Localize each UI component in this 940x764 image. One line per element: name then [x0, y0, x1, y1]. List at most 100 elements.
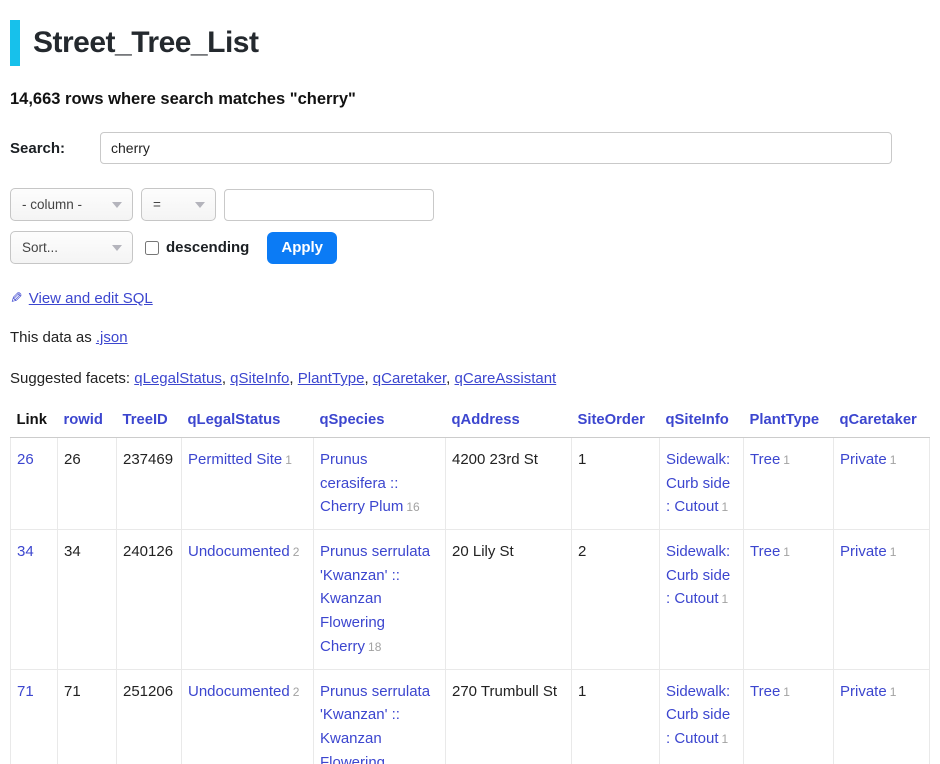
- column-header-siteorder[interactable]: SiteOrder: [572, 404, 660, 438]
- cell-qcaretaker: Private1: [834, 438, 930, 530]
- qspecies-value-link[interactable]: Prunus serrulata 'Kwanzan' :: Kwanzan Fl…: [320, 683, 430, 764]
- table-header: Link rowid TreeID qLegalStatus qSpecies …: [11, 404, 930, 438]
- rowid-sort-link[interactable]: rowid: [64, 412, 103, 428]
- cell-planttype: Tree1: [744, 438, 834, 530]
- cell-siteorder: 1: [572, 438, 660, 530]
- facet-count: 1: [890, 453, 897, 467]
- view-edit-sql-link[interactable]: View and edit SQL: [29, 290, 153, 307]
- cell-planttype: Tree1: [744, 530, 834, 669]
- facet-link-qcaretaker[interactable]: qCaretaker: [373, 370, 446, 387]
- facet-count: 1: [890, 685, 897, 699]
- json-link[interactable]: .json: [96, 329, 128, 346]
- qlegalstatus-value-link[interactable]: Undocumented: [188, 683, 290, 700]
- row-count-summary: 14,663 rows where search matches "cherry…: [10, 90, 930, 109]
- facet-count: 1: [722, 500, 729, 514]
- facet-count: 2: [293, 685, 300, 699]
- facet-separator: ,: [289, 370, 297, 387]
- qsiteinfo-value-link[interactable]: Sidewalk: Curb side : Cutout: [666, 451, 730, 515]
- cell-qspecies: Prunus serrulata 'Kwanzan' :: Kwanzan Fl…: [314, 530, 446, 669]
- column-header-treeid[interactable]: TreeID: [117, 404, 182, 438]
- qspecies-value-link[interactable]: Prunus cerasifera :: Cherry Plum: [320, 451, 403, 515]
- pencil-icon: ✎: [10, 289, 23, 307]
- cell-qsiteinfo: Sidewalk: Curb side : Cutout1: [660, 669, 744, 764]
- sort-select[interactable]: Sort...: [10, 231, 133, 264]
- descending-label: descending: [166, 239, 249, 256]
- cell-link: 71: [11, 669, 58, 764]
- planttype-value-link[interactable]: Tree: [750, 683, 780, 700]
- page-title: Street_Tree_List: [10, 20, 930, 66]
- search-label: Search:: [10, 140, 100, 157]
- qcaretaker-value-link[interactable]: Private: [840, 451, 887, 468]
- operator-select[interactable]: =: [141, 188, 216, 221]
- siteorder-sort-link[interactable]: SiteOrder: [578, 412, 645, 428]
- cell-qcaretaker: Private1: [834, 669, 930, 764]
- column-header-qcaretaker[interactable]: qCaretaker: [834, 404, 930, 438]
- search-input[interactable]: [100, 132, 892, 164]
- treeid-sort-link[interactable]: TreeID: [123, 412, 168, 428]
- row-link[interactable]: 26: [17, 451, 34, 468]
- sort-form: Sort... descending Apply: [10, 231, 930, 264]
- qsiteinfo-sort-link[interactable]: qSiteInfo: [666, 412, 729, 428]
- row-link[interactable]: 71: [17, 683, 34, 700]
- planttype-value-link[interactable]: Tree: [750, 451, 780, 468]
- facet-count: 1: [890, 545, 897, 559]
- facet-link-qsiteinfo[interactable]: qSiteInfo: [230, 370, 289, 387]
- qspecies-sort-link[interactable]: qSpecies: [320, 412, 385, 428]
- cell-qaddress: 270 Trumbull St: [446, 669, 572, 764]
- column-header-rowid[interactable]: rowid: [58, 404, 117, 438]
- data-as-prefix: This data as: [10, 329, 96, 346]
- column-header-planttype[interactable]: PlantType: [744, 404, 834, 438]
- cell-link: 34: [11, 530, 58, 669]
- cell-rowid: 34: [58, 530, 117, 669]
- chevron-down-icon: [112, 245, 122, 251]
- facet-count: 1: [722, 592, 729, 606]
- apply-button[interactable]: Apply: [267, 232, 337, 264]
- qcaretaker-value-link[interactable]: Private: [840, 543, 887, 560]
- column-header-qaddress[interactable]: qAddress: [446, 404, 572, 438]
- filter-value-input[interactable]: [224, 189, 434, 221]
- cell-treeid: 251206: [117, 669, 182, 764]
- column-header-qlegalstatus[interactable]: qLegalStatus: [182, 404, 314, 438]
- cell-qsiteinfo: Sidewalk: Curb side : Cutout1: [660, 530, 744, 669]
- cell-rowid: 71: [58, 669, 117, 764]
- filter-form: - column - =: [10, 188, 930, 221]
- facet-count: 16: [406, 500, 419, 514]
- qspecies-value-link[interactable]: Prunus serrulata 'Kwanzan' :: Kwanzan Fl…: [320, 543, 430, 655]
- suggested-facets-label: Suggested facets:: [10, 370, 134, 387]
- column-header-link: Link: [11, 404, 58, 438]
- column-header-qspecies[interactable]: qSpecies: [314, 404, 446, 438]
- column-select[interactable]: - column -: [10, 188, 133, 221]
- qsiteinfo-value-link[interactable]: Sidewalk: Curb side : Cutout: [666, 543, 730, 607]
- qlegalstatus-value-link[interactable]: Permitted Site: [188, 451, 282, 468]
- cell-rowid: 26: [58, 438, 117, 530]
- planttype-value-link[interactable]: Tree: [750, 543, 780, 560]
- chevron-down-icon: [195, 202, 205, 208]
- qcaretaker-value-link[interactable]: Private: [840, 683, 887, 700]
- descending-checkbox[interactable]: [145, 241, 159, 255]
- chevron-down-icon: [112, 202, 122, 208]
- cell-siteorder: 2: [572, 530, 660, 669]
- cell-qcaretaker: Private1: [834, 530, 930, 669]
- qlegalstatus-value-link[interactable]: Undocumented: [188, 543, 290, 560]
- cell-qspecies: Prunus serrulata 'Kwanzan' :: Kwanzan Fl…: [314, 669, 446, 764]
- row-link[interactable]: 34: [17, 543, 34, 560]
- qcaretaker-sort-link[interactable]: qCaretaker: [840, 412, 917, 428]
- facet-count: 18: [368, 640, 381, 654]
- qsiteinfo-value-link[interactable]: Sidewalk: Curb side : Cutout: [666, 683, 730, 747]
- facet-link-planttype[interactable]: PlantType: [298, 370, 365, 387]
- results-table: Link rowid TreeID qLegalStatus qSpecies …: [10, 404, 930, 764]
- planttype-sort-link[interactable]: PlantType: [750, 412, 820, 428]
- column-header-qsiteinfo[interactable]: qSiteInfo: [660, 404, 744, 438]
- sort-select-value: Sort...: [22, 240, 58, 255]
- facet-link-qlegalstatus[interactable]: qLegalStatus: [134, 370, 222, 387]
- qlegalstatus-sort-link[interactable]: qLegalStatus: [188, 412, 281, 428]
- facet-separator: ,: [446, 370, 454, 387]
- qaddress-sort-link[interactable]: qAddress: [452, 412, 520, 428]
- table-row: 71 71 251206 Undocumented2 Prunus serrul…: [11, 669, 930, 764]
- facet-link-qcareassistant[interactable]: qCareAssistant: [455, 370, 557, 387]
- cell-siteorder: 1: [572, 669, 660, 764]
- cell-qlegalstatus: Permitted Site1: [182, 438, 314, 530]
- operator-select-value: =: [153, 197, 161, 212]
- cell-qaddress: 4200 23rd St: [446, 438, 572, 530]
- cell-qaddress: 20 Lily St: [446, 530, 572, 669]
